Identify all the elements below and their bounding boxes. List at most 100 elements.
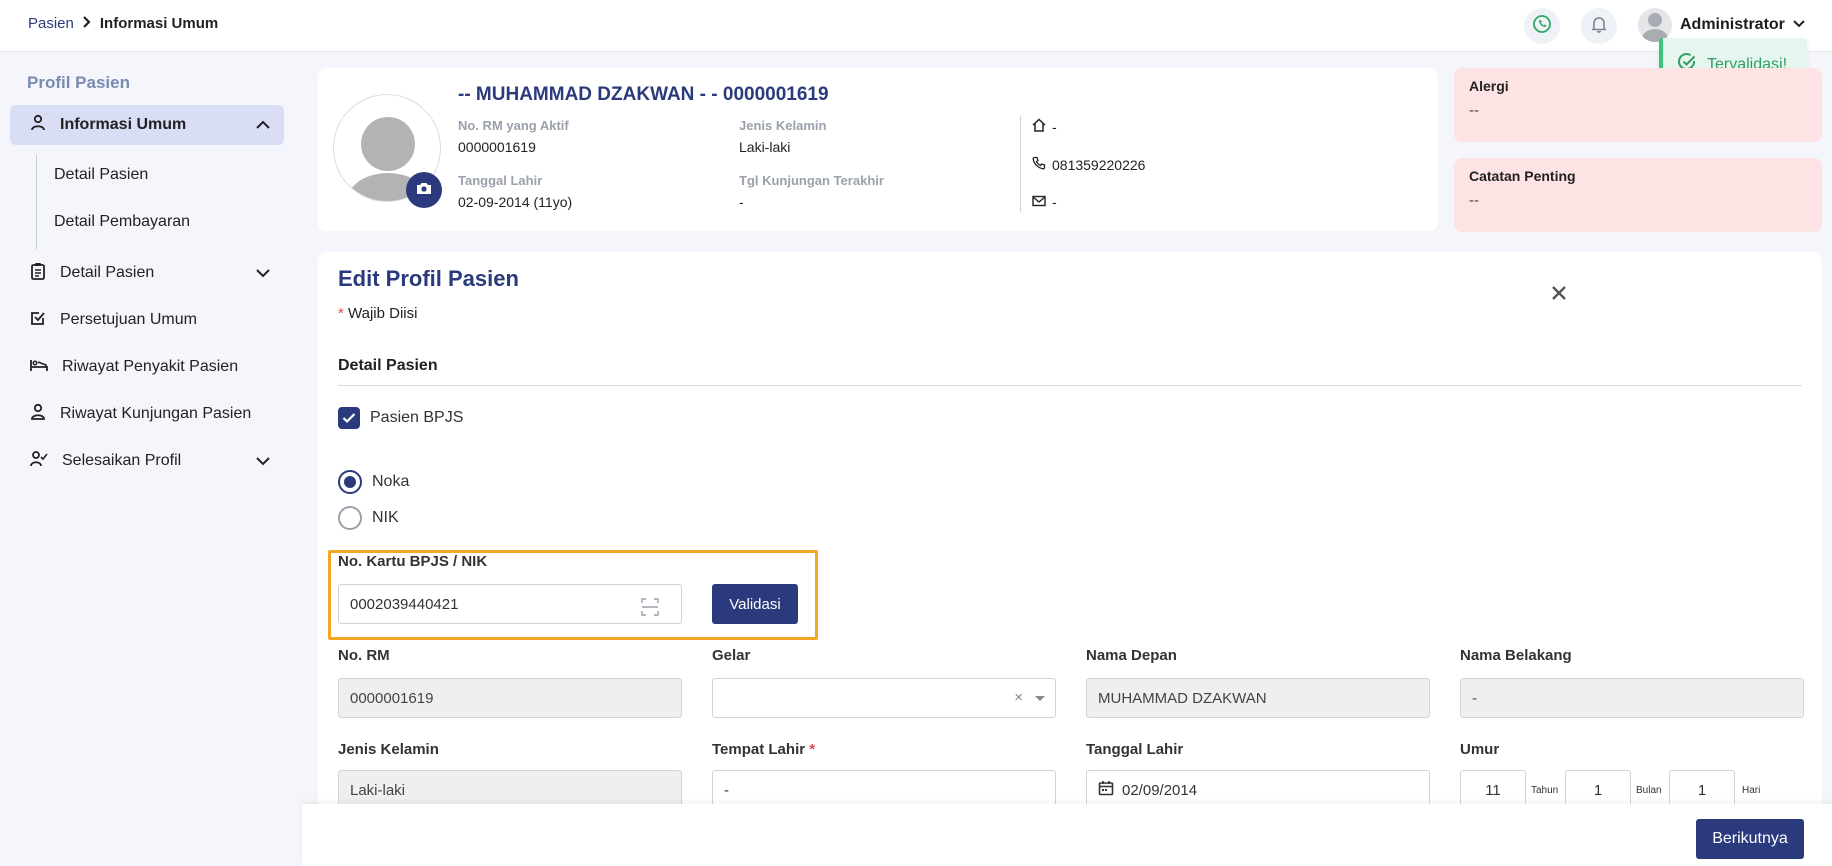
address-row: - (1032, 118, 1057, 135)
gender-label: Jenis Kelamin (739, 118, 827, 133)
rm-value: 0000001619 (458, 139, 536, 155)
notification-button[interactable] (1581, 8, 1617, 44)
phone-icon (1032, 156, 1046, 173)
allergy-card: Alergi -- (1454, 68, 1822, 142)
rm-field-label: No. RM (338, 647, 390, 664)
camera-icon (416, 181, 432, 200)
important-note-title: Catatan Penting (1469, 168, 1576, 184)
close-button[interactable] (1551, 280, 1567, 308)
sidebar-sub-divider (36, 155, 37, 249)
breadcrumb: Pasien Informasi Umum (28, 15, 218, 32)
calendar-icon (1098, 780, 1114, 800)
gender-field-label: Jenis Kelamin (338, 741, 439, 758)
top-bar: Pasien Informasi Umum Administrator (0, 0, 1832, 52)
bed-icon (30, 357, 48, 378)
user-menu[interactable]: Administrator (1638, 8, 1805, 42)
title-select[interactable]: × (712, 678, 1056, 718)
sidebar-item-label: Persetujuan Umum (60, 311, 197, 328)
sidebar-item-detail-pasien[interactable]: Detail Pasien (10, 253, 284, 293)
sidebar-item-riwayat-penyakit[interactable]: Riwayat Penyakit Pasien (10, 347, 284, 387)
sidebar-item-label: Detail Pasien (60, 264, 155, 281)
caret-down-icon (1035, 696, 1045, 701)
sidebar-title: Profil Pasien (27, 73, 130, 92)
profile-divider (1020, 116, 1021, 212)
birthplace-label: Tempat Lahir * (712, 741, 816, 758)
breadcrumb-current: Informasi Umum (99, 15, 219, 32)
change-photo-button[interactable] (406, 172, 442, 208)
radio-noka[interactable]: Noka (338, 470, 409, 494)
allergy-value: -- (1469, 102, 1479, 119)
last-visit-value: - (739, 194, 744, 210)
allergy-title: Alergi (1469, 78, 1509, 94)
check-square-icon (30, 310, 46, 331)
email-value: - (1052, 194, 1057, 210)
bpjs-checkbox[interactable]: Pasien BPJS (338, 407, 463, 429)
person-check-icon (30, 450, 48, 473)
chevron-down-icon (256, 453, 270, 471)
next-button[interactable]: Berikutnya (1696, 819, 1804, 859)
chevron-down-icon (256, 265, 270, 283)
bpjs-checkbox-label: Pasien BPJS (370, 409, 464, 426)
close-icon (1551, 280, 1567, 307)
bpjs-number-input[interactable]: 0002039440421 (338, 584, 682, 624)
sidebar-item-label: Riwayat Penyakit Pasien (62, 358, 239, 375)
important-note-value: -- (1469, 192, 1479, 209)
whatsapp-button[interactable] (1524, 8, 1560, 44)
scan-icon[interactable] (641, 598, 659, 620)
rm-field: 0000001619 (338, 678, 682, 718)
phone-value: 081359220226 (1052, 156, 1146, 173)
patient-profile-card: -- MUHAMMAD DZAKWAN - - 0000001619 No. R… (318, 68, 1438, 231)
age-years-unit: Tahun (1531, 785, 1559, 796)
form-footer: Berikutnya (302, 804, 1832, 866)
sidebar-item-persetujuan-umum[interactable]: Persetujuan Umum (10, 300, 284, 340)
sidebar-item-label: Selesaikan Profil (62, 452, 182, 469)
radio-nik-label: NIK (372, 509, 399, 526)
clear-icon[interactable]: × (1014, 689, 1023, 706)
sidebar-item-label: Informasi Umum (60, 116, 187, 133)
person-icon (30, 114, 46, 137)
age-days-unit: Hari (1742, 785, 1761, 796)
validate-button[interactable]: Validasi (712, 584, 798, 624)
dob-label: Tanggal Lahir (458, 173, 543, 188)
radio-nik[interactable]: NIK (338, 506, 399, 530)
sidebar-item-selesaikan-profil[interactable]: Selesaikan Profil (10, 441, 284, 481)
chevron-up-icon (256, 117, 270, 135)
first-name-field: MUHAMMAD DZAKWAN (1086, 678, 1430, 718)
age-label: Umur (1460, 741, 1500, 758)
bpjs-field-label: No. Kartu BPJS / NIK (338, 553, 488, 570)
sidebar-subitem-detail-pembayaran[interactable]: Detail Pembayaran (54, 213, 190, 231)
sidebar: Profil Pasien Informasi Umum Detail Pasi… (0, 53, 296, 866)
title-field-label: Gelar (712, 647, 751, 664)
sidebar-item-label: Riwayat Kunjungan Pasien (60, 405, 252, 422)
breadcrumb-link-pasien[interactable]: Pasien (28, 15, 74, 32)
last-name-label: Nama Belakang (1460, 647, 1572, 664)
person-icon (30, 403, 46, 426)
email-row: - (1032, 194, 1057, 210)
birthdate-label: Tanggal Lahir (1086, 741, 1184, 758)
patient-name: -- MUHAMMAD DZAKWAN - - 0000001619 (458, 84, 829, 105)
important-note-card: Catatan Penting -- (1454, 158, 1822, 232)
required-note: * Wajib Diisi (338, 305, 418, 322)
last-visit-label: Tgl Kunjungan Terakhir (739, 173, 884, 188)
whatsapp-icon (1532, 14, 1552, 39)
bell-icon (1589, 14, 1609, 39)
chevron-down-icon (1793, 16, 1805, 34)
mail-icon (1032, 194, 1046, 210)
age-months-unit: Bulan (1636, 785, 1662, 796)
edit-profile-form: Edit Profil Pasien * Wajib Diisi Detail … (318, 252, 1822, 866)
sidebar-subitem-detail-pasien[interactable]: Detail Pasien (54, 166, 148, 184)
user-name: Administrator (1680, 16, 1785, 33)
last-name-field: - (1460, 678, 1804, 718)
gender-value: Laki-laki (739, 139, 791, 155)
section-divider (338, 385, 1802, 386)
sidebar-item-riwayat-kunjungan[interactable]: Riwayat Kunjungan Pasien (10, 394, 284, 434)
phone-row: 081359220226 (1032, 156, 1145, 173)
radio-selected-icon (338, 470, 362, 494)
first-name-label: Nama Depan (1086, 647, 1177, 664)
avatar (1638, 8, 1672, 42)
sidebar-item-informasi-umum[interactable]: Informasi Umum (10, 105, 284, 145)
address-value: - (1052, 118, 1057, 135)
checkbox-checked-icon (338, 407, 360, 429)
clipboard-icon (30, 262, 46, 285)
radio-noka-label: Noka (372, 473, 410, 490)
